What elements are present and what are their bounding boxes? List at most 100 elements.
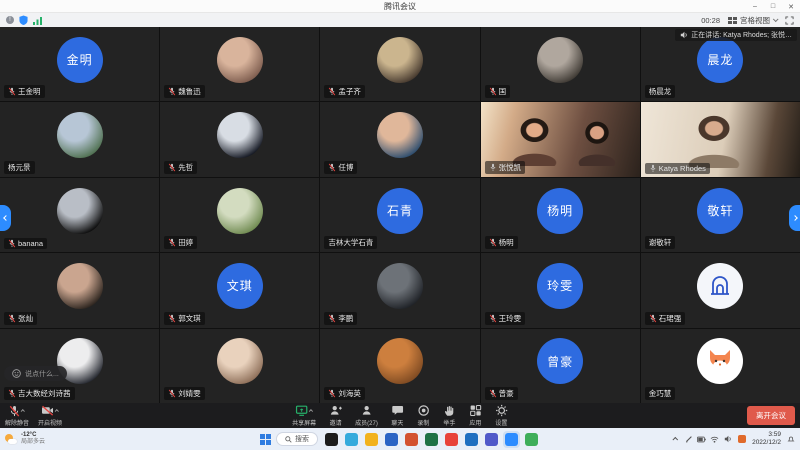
taskbar-weather-widget[interactable]: -12°C 局部多云	[5, 432, 45, 446]
taskbar-app-teams[interactable]	[485, 433, 498, 446]
taskbar-app-edge[interactable]	[345, 433, 358, 446]
participant-name: 先哲	[178, 162, 193, 173]
photo-avatar	[377, 37, 423, 83]
participant-name: 刘海英	[338, 388, 361, 399]
participant-tile[interactable]: 张悦凯	[481, 102, 640, 176]
emoji-icon[interactable]	[12, 369, 21, 378]
muted-mic-icon	[649, 314, 657, 323]
participant-name-bar: 张悦凯	[485, 161, 526, 174]
tray-app-icon[interactable]	[738, 435, 746, 443]
participant-tile[interactable]: 金巧慧	[641, 329, 800, 403]
participant-tile[interactable]: 杨元景	[0, 102, 159, 176]
invite-icon	[329, 404, 342, 417]
invite-label: 邀请	[330, 418, 342, 427]
taskbar-app-chrome[interactable]	[445, 433, 458, 446]
taskbar-app-tencent-meeting[interactable]	[505, 433, 518, 446]
participant-tile[interactable]: Katya Rhodes	[641, 102, 800, 176]
participant-tile[interactable]: banana	[0, 178, 159, 252]
battery-icon[interactable]	[697, 435, 706, 444]
record-button[interactable]: 录制	[417, 404, 430, 427]
quick-chat-input[interactable]: 说点什么...	[4, 366, 67, 381]
participant-name-bar: Katya Rhodes	[645, 163, 710, 174]
pen-icon[interactable]	[684, 435, 693, 444]
participant-tile[interactable]: 刘海英	[320, 329, 479, 403]
participant-tile[interactable]: 金明王金明	[0, 27, 159, 101]
start-button[interactable]	[260, 434, 271, 445]
hand-button[interactable]: 举手	[443, 404, 456, 427]
record-label: 录制	[417, 418, 429, 427]
participant-tile[interactable]: 石珺强	[641, 253, 800, 327]
leave-meeting-button[interactable]: 离开会议	[747, 406, 795, 425]
photo-avatar	[217, 188, 263, 234]
chevron-up-icon[interactable]	[309, 409, 313, 413]
participant-tile[interactable]: 文琪郭文琪	[160, 253, 319, 327]
close-button[interactable]: ✕	[782, 0, 800, 13]
taskbar-app-powerpoint[interactable]	[405, 433, 418, 446]
settings-button[interactable]: 设置	[495, 404, 508, 427]
taskbar-app-word[interactable]	[385, 433, 398, 446]
participant-tile[interactable]: 先哲	[160, 102, 319, 176]
participant-name: 吉大数经刘诗茜	[18, 388, 71, 399]
settings-icon	[495, 404, 508, 417]
fox-avatar	[697, 338, 743, 384]
taskbar-app-wechat[interactable]	[525, 433, 538, 446]
muted-mic-icon	[489, 389, 497, 398]
participant-tile[interactable]: 石青吉林大学石青	[320, 178, 479, 252]
taskbar-app-files[interactable]	[365, 433, 378, 446]
participant-tile[interactable]: 田婷	[160, 178, 319, 252]
fullscreen-icon[interactable]	[785, 16, 794, 25]
prev-page-button[interactable]	[0, 205, 11, 231]
share-button[interactable]: 共享屏幕	[292, 404, 316, 427]
participant-tile[interactable]: 国	[481, 27, 640, 101]
chevron-up-icon[interactable]	[21, 409, 25, 413]
network-icon[interactable]	[710, 435, 719, 444]
participant-tile[interactable]: 任博	[320, 102, 479, 176]
participant-name-bar: 杨明	[485, 236, 518, 249]
signal-icon[interactable]	[33, 16, 43, 25]
initials-avatar: 杨明	[537, 188, 583, 234]
participant-name: 郭文琪	[178, 313, 201, 324]
initials-avatar: 曾豪	[537, 338, 583, 384]
photo-avatar	[217, 37, 263, 83]
start-video-button[interactable]: 开启视频	[38, 404, 62, 427]
shield-icon[interactable]	[19, 15, 28, 25]
chat-icon	[391, 404, 404, 417]
photo-avatar	[377, 338, 423, 384]
tray-chevron-up-icon[interactable]	[673, 437, 679, 443]
members-button[interactable]: 成员(27)	[355, 404, 378, 427]
taskbar-search[interactable]: 搜索	[276, 432, 318, 446]
participant-tile[interactable]: 李鹏	[320, 253, 479, 327]
participant-tile[interactable]: 刘婧雯	[160, 329, 319, 403]
participant-name: banana	[18, 239, 43, 248]
volume-icon[interactable]	[723, 435, 732, 444]
chevron-up-icon[interactable]	[55, 409, 59, 413]
participant-name-bar: 吉林大学石青	[324, 236, 377, 249]
participant-tile[interactable]: 魏鲁迅	[160, 27, 319, 101]
participant-name: 田婷	[178, 237, 193, 248]
invite-button[interactable]: 邀请	[329, 404, 342, 427]
taskbar-clock[interactable]: 3:59 2022/12/2	[752, 431, 781, 447]
maximize-button[interactable]: □	[764, 0, 782, 13]
layout-view-switch[interactable]: 宫格视图	[728, 15, 777, 26]
taskbar-app-excel[interactable]	[425, 433, 438, 446]
participant-tile[interactable]: 孟子齐	[320, 27, 479, 101]
participant-name-bar: banana	[4, 238, 47, 249]
apps-button[interactable]: 应用	[469, 404, 482, 427]
taskbar-app-widgets[interactable]	[325, 433, 338, 446]
mic-icon	[489, 163, 497, 172]
minimize-button[interactable]: –	[746, 0, 764, 13]
muted-mic-icon	[168, 314, 176, 323]
participant-name-bar: 国	[485, 85, 511, 98]
chat-button[interactable]: 聊天	[391, 404, 404, 427]
participant-tile[interactable]: 杨明杨明	[481, 178, 640, 252]
participant-tile[interactable]: 曾豪曾豪	[481, 329, 640, 403]
participant-tile[interactable]: 敬轩谢敬轩	[641, 178, 800, 252]
participant-tile[interactable]: 张灿	[0, 253, 159, 327]
unmute-button[interactable]: 解除静音	[5, 404, 29, 427]
info-icon[interactable]: !	[6, 16, 14, 24]
participant-tile[interactable]: 玲雯王玲雯	[481, 253, 640, 327]
taskbar-app-outlook[interactable]	[465, 433, 478, 446]
participant-name-bar: 杨元景	[4, 161, 35, 174]
next-page-button[interactable]	[789, 205, 800, 231]
notification-icon[interactable]	[787, 435, 795, 443]
